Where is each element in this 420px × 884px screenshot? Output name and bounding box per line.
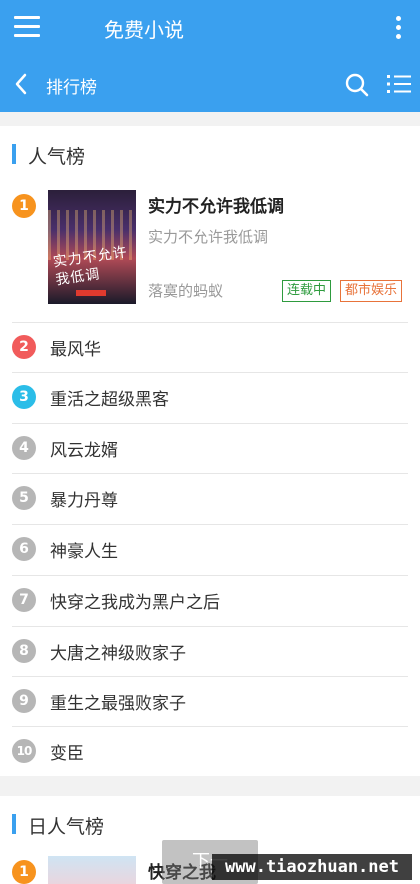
book-name: 快穿之我成为黑户之后 <box>50 593 220 613</box>
book-name: 神豪人生 <box>50 542 118 562</box>
rank-badge: 2 <box>12 335 36 359</box>
rank-badge: 8 <box>12 639 36 663</box>
section-title: 日人气榜 <box>28 816 105 838</box>
divider <box>12 372 408 373</box>
book-name: 风云龙婿 <box>50 441 118 461</box>
list-item[interactable]: 6 神豪人生 <box>0 524 420 574</box>
book-name: 变臣 <box>50 744 84 764</box>
sub-bar: 排行榜 <box>0 56 420 112</box>
genre-tag: 都市娱乐 <box>340 280 403 302</box>
list-item[interactable]: 3 重活之超级黑客 <box>0 372 420 422</box>
divider <box>12 575 408 576</box>
rank-badge: 6 <box>12 537 36 561</box>
section-accent-bar <box>12 814 16 834</box>
book-name: 重活之超级黑客 <box>50 390 169 410</box>
list-icon[interactable] <box>386 72 412 96</box>
book-author: 落寞的蚂蚁 <box>148 282 224 300</box>
rank-badge: 9 <box>12 689 36 713</box>
list-item[interactable]: 9 重生之最强败家子 <box>0 676 420 726</box>
book-subtitle: 实力不允许我低调 <box>148 228 269 246</box>
chevron-left-icon[interactable] <box>10 70 36 98</box>
section-title: 人气榜 <box>28 146 86 168</box>
rank-badge: 10 <box>12 739 36 763</box>
list-item[interactable]: 5 暴力丹尊 <box>0 473 420 523</box>
rank-badge: 4 <box>12 436 36 460</box>
page-title: 排行榜 <box>46 78 97 98</box>
watermark: www.tiaozhuan.net <box>212 854 412 880</box>
menu-icon[interactable] <box>14 16 40 38</box>
book-name: 暴力丹尊 <box>50 491 118 511</box>
more-vertical-icon[interactable] <box>396 16 402 40</box>
rank-badge: 1 <box>12 860 36 884</box>
app-title: 免费小说 <box>104 18 184 42</box>
book-title: 实力不允许我低调 <box>148 197 284 217</box>
divider <box>12 626 408 627</box>
book-name: 最风华 <box>50 340 101 360</box>
rank-badge: 7 <box>12 588 36 612</box>
book-cover[interactable] <box>48 856 136 884</box>
cover-publisher-logo <box>76 290 106 296</box>
list-item[interactable]: 10 变臣 <box>0 726 420 776</box>
divider <box>12 423 408 424</box>
rank-badge: 1 <box>12 194 36 218</box>
app-bar: 免费小说 <box>0 0 420 56</box>
book-cover: 实力不允许我低调 <box>48 190 136 304</box>
list-item[interactable]: 4 风云龙婿 <box>0 423 420 473</box>
book-name: 大唐之神级败家子 <box>50 644 186 664</box>
divider <box>12 322 408 323</box>
search-icon[interactable] <box>344 72 370 98</box>
section-accent-bar <box>12 144 16 164</box>
divider <box>12 676 408 677</box>
list-item[interactable]: 8 大唐之神级败家子 <box>0 626 420 676</box>
popularity-ranking-section: 人气榜 1 实力不允许我低调 实力不允许我低调 实力不允许我低调 落寞的蚂蚁 连… <box>0 126 420 776</box>
featured-book[interactable]: 1 实力不允许我低调 实力不允许我低调 实力不允许我低调 落寞的蚂蚁 连载中 都… <box>0 182 420 312</box>
list-item[interactable]: 7 快穿之我成为黑户之后 <box>0 575 420 625</box>
rank-badge: 3 <box>12 385 36 409</box>
divider <box>12 726 408 727</box>
status-tag: 连载中 <box>282 280 332 302</box>
rank-badge: 5 <box>12 486 36 510</box>
divider <box>12 473 408 474</box>
divider <box>12 524 408 525</box>
book-name: 重生之最强败家子 <box>50 694 186 714</box>
list-item[interactable]: 2 最风华 <box>0 322 420 372</box>
